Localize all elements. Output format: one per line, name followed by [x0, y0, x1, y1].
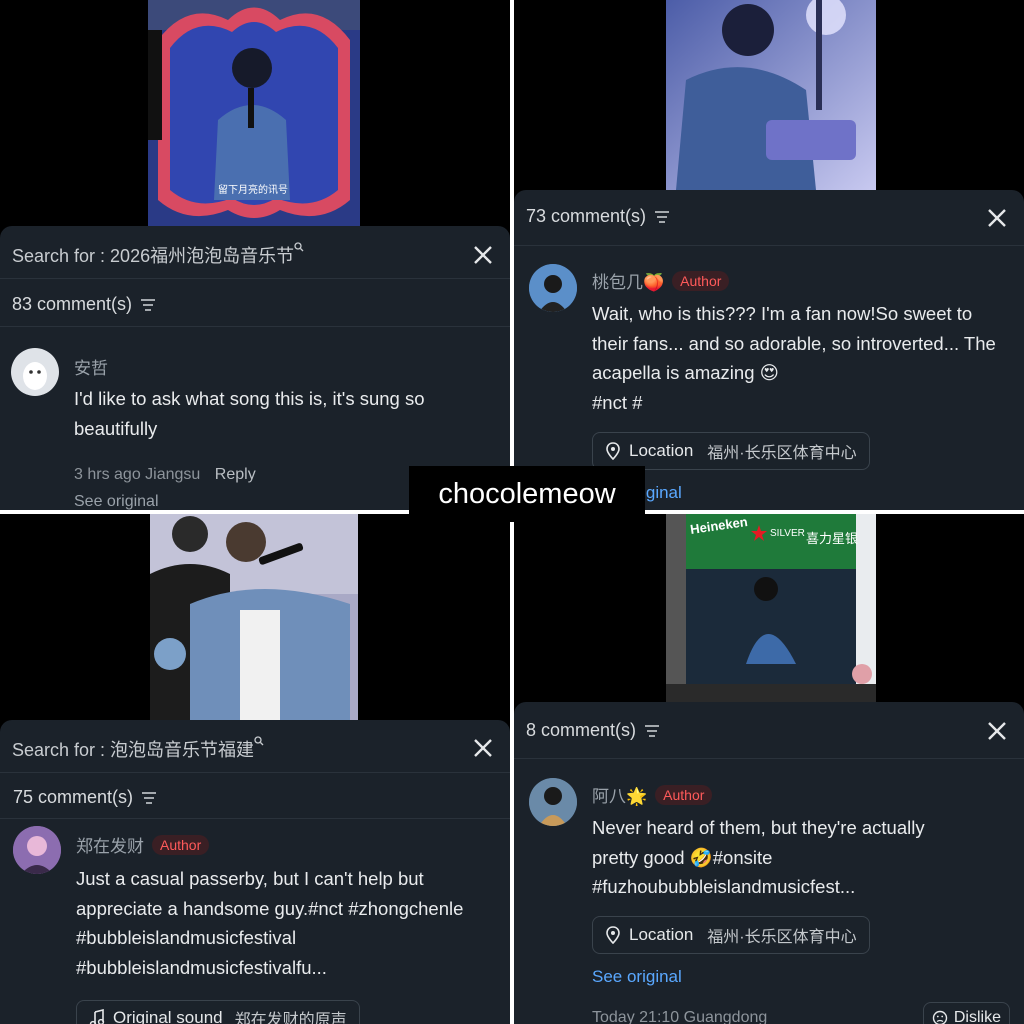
- music-note-icon: [89, 1009, 105, 1024]
- header-divider: [514, 758, 1024, 759]
- username-text: 安哲: [74, 359, 108, 378]
- search-query[interactable]: Search for : 泡泡岛音乐节福建: [12, 736, 264, 762]
- author-badge: Author: [672, 270, 730, 291]
- username-text: 郑在发财: [76, 837, 144, 856]
- comments-panel: 73 comment(s) 桃包几🍑 Author Wait, who is t…: [514, 190, 1024, 510]
- comment-count-label: 75 comment(s): [13, 787, 134, 807]
- banner-silver: SILVER: [770, 528, 805, 539]
- dislike-label: Dislike: [953, 1009, 1001, 1024]
- search-prefix: Search for :: [12, 740, 111, 760]
- comment-text: Wait, who is this??? I'm a fan now!So sw…: [592, 303, 996, 383]
- reply-button[interactable]: Reply: [215, 466, 256, 483]
- username-text: 桃包几🍑: [592, 273, 665, 292]
- header-divider: [0, 772, 510, 773]
- comment-username[interactable]: 桃包几🍑 Author: [592, 268, 730, 293]
- close-icon[interactable]: [472, 737, 494, 759]
- video-overlay-text: 留下月亮的讯号: [218, 185, 288, 196]
- comment-meta: Today 21:10 Guangdong: [592, 1009, 767, 1024]
- screenshot-bottom-right: Heineken SILVER 喜力星银 8 comment(s) 阿八🌟 Au…: [514, 514, 1024, 1024]
- filter-icon[interactable]: [644, 724, 660, 738]
- search-prefix: Search for :: [12, 246, 111, 266]
- comment-username[interactable]: 安哲: [74, 354, 108, 379]
- header-divider: [514, 245, 1024, 246]
- sound-label: Original sound: [113, 1008, 223, 1024]
- avatar[interactable]: [13, 826, 61, 874]
- search-term: 2026福州泡泡岛音乐节: [110, 246, 295, 266]
- video-frame: [150, 514, 358, 720]
- comment-meta: 3 hrs ago Jiangsu Reply: [74, 466, 256, 484]
- comments-panel: 8 comment(s) 阿八🌟 Author Never heard of t…: [514, 702, 1024, 1024]
- video-frame: 留下月亮的讯号: [148, 0, 360, 226]
- search-query[interactable]: Search for : 2026福州泡泡岛音乐节: [12, 242, 304, 268]
- avatar[interactable]: [529, 778, 577, 826]
- red-star-icon: [751, 525, 767, 541]
- search-icon: [294, 242, 304, 252]
- comment-text: Just a casual passerby, but I can't help…: [76, 868, 464, 978]
- comment-region: Guangdong: [683, 1009, 768, 1024]
- see-original-link[interactable]: See original: [592, 967, 682, 987]
- location-chip[interactable]: Location 福州·长乐区体育中心: [592, 916, 870, 954]
- comment-time: Today 21:10: [592, 1009, 680, 1024]
- watermark-label: chocolemeow: [409, 466, 645, 522]
- username-text: 阿八🌟: [592, 787, 648, 806]
- banner-cn: 喜力星银: [806, 531, 859, 546]
- comment-username[interactable]: 阿八🌟 Author: [592, 782, 713, 807]
- comment-count-label: 83 comment(s): [12, 294, 133, 314]
- count-divider: [0, 818, 510, 819]
- sound-value: 郑在发财的原声: [234, 1012, 347, 1024]
- comment-count-label: 8 comment(s): [526, 720, 637, 740]
- location-value: 福州·长乐区体育中心: [707, 929, 857, 946]
- comment-count[interactable]: 73 comment(s): [526, 206, 670, 227]
- dislike-button[interactable]: Dislike: [922, 1002, 1010, 1024]
- filter-icon[interactable]: [141, 791, 157, 805]
- header-divider: [0, 278, 510, 279]
- concert-photo: [150, 514, 358, 720]
- avatar[interactable]: [529, 264, 577, 312]
- comment-count[interactable]: 8 comment(s): [526, 720, 660, 741]
- search-icon: [254, 736, 264, 746]
- location-label: Location: [629, 925, 694, 944]
- comment-text: I'd like to ask what song this is, it's …: [74, 388, 425, 439]
- comment-time: 3 hrs ago: [74, 466, 141, 483]
- concert-photo: [666, 0, 876, 190]
- location-chip[interactable]: Location 福州·长乐区体育中心: [592, 432, 870, 470]
- see-original-link[interactable]: See original: [74, 493, 159, 510]
- screenshot-top-right: 73 comment(s) 桃包几🍑 Author Wait, who is t…: [514, 0, 1024, 510]
- comment-count[interactable]: 83 comment(s): [12, 294, 156, 315]
- search-term: 泡泡岛音乐节福建: [110, 740, 255, 760]
- avatar[interactable]: [11, 348, 59, 396]
- comment-tags[interactable]: #nct #: [592, 388, 642, 418]
- comment-username[interactable]: 郑在发财 Author: [76, 832, 210, 857]
- dislike-face-icon: [932, 1010, 948, 1024]
- location-label: Location: [629, 441, 694, 460]
- screenshot-top-left: 留下月亮的讯号 Search for : 2026福州泡泡岛音乐节 83 com…: [0, 0, 510, 510]
- video-frame: Heineken SILVER 喜力星银: [666, 514, 876, 704]
- author-badge: Author: [152, 834, 210, 855]
- original-sound-chip[interactable]: Original sound 郑在发财的原声: [76, 1000, 360, 1024]
- location-value: 福州·长乐区体育中心: [707, 445, 857, 462]
- location-pin-icon: [606, 926, 620, 944]
- close-icon[interactable]: [986, 207, 1008, 229]
- location-pin-icon: [606, 442, 620, 460]
- filter-icon[interactable]: [654, 210, 670, 224]
- comment-text: Never heard of them, but they're actuall…: [592, 817, 925, 897]
- close-icon[interactable]: [472, 244, 494, 266]
- comment-region: Jiangsu: [145, 466, 201, 483]
- count-divider: [0, 326, 510, 327]
- comment-count-label: 73 comment(s): [526, 206, 647, 226]
- close-icon[interactable]: [986, 720, 1008, 742]
- comment-count[interactable]: 75 comment(s): [13, 787, 157, 808]
- filter-icon[interactable]: [140, 298, 156, 312]
- comments-panel: Search for : 泡泡岛音乐节福建 75 comment(s) 郑在发财…: [0, 720, 510, 1024]
- video-frame: [666, 0, 876, 190]
- author-badge: Author: [655, 784, 713, 805]
- screenshot-bottom-left: Search for : 泡泡岛音乐节福建 75 comment(s) 郑在发财…: [0, 514, 510, 1024]
